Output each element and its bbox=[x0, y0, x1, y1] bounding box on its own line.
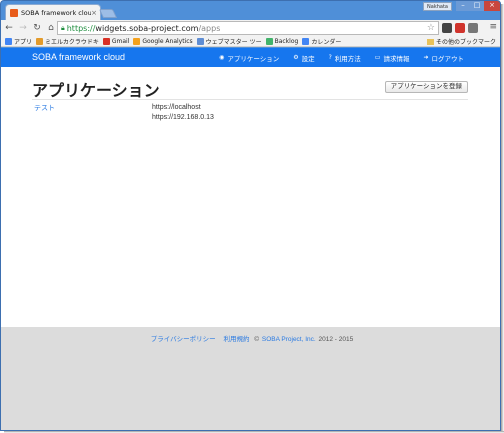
maximize-button[interactable]: □ bbox=[470, 1, 484, 11]
extension-icon[interactable] bbox=[468, 23, 478, 33]
analytics-icon bbox=[133, 37, 141, 45]
webmaster-icon bbox=[196, 37, 204, 45]
lock-icon: 🔒︎ bbox=[61, 23, 65, 32]
tab-title: SOBA framework cloud bbox=[21, 9, 92, 17]
terms-link[interactable]: 利用規約 bbox=[223, 336, 249, 343]
nav-item-settings[interactable]: ⚙ 設定 bbox=[293, 53, 314, 63]
bookmark-label: アプリ bbox=[14, 38, 33, 46]
bookmark-item[interactable]: アプリ bbox=[5, 37, 32, 46]
nav-item-usage[interactable]: ? 利用方法 bbox=[329, 53, 361, 63]
url-host: widgets.soba-project.com bbox=[95, 23, 199, 33]
nav-label: 請求情報 bbox=[383, 54, 410, 63]
bookmark-item[interactable]: Gmail bbox=[102, 37, 130, 45]
nav-item-applications[interactable]: ◉ アプリケーション bbox=[219, 53, 279, 63]
browser-window: SOBA framework cloud × Nakhata – □ × ← →… bbox=[0, 0, 501, 431]
favicon-icon bbox=[10, 9, 18, 17]
application-link[interactable]: テスト bbox=[34, 103, 55, 113]
bookmark-star-icon[interactable]: ☆ bbox=[427, 22, 435, 34]
application-url: https://192.168.0.13 bbox=[152, 114, 214, 121]
question-icon: ? bbox=[328, 54, 332, 61]
register-application-button[interactable]: アプリケーションを登録 bbox=[384, 81, 468, 93]
nav-item-logout[interactable]: ➜ ログアウト bbox=[423, 53, 464, 63]
other-bookmarks-label: その他のブックマーク bbox=[435, 39, 496, 46]
brand-logo[interactable]: SOBA framework cloud bbox=[32, 52, 125, 62]
home-button[interactable]: ⌂ bbox=[45, 22, 57, 34]
bookmark-item[interactable]: カレンダー bbox=[302, 37, 341, 46]
url-scheme: https:// bbox=[66, 23, 96, 33]
bookmark-label: ウェブマスター ツー bbox=[205, 38, 262, 46]
browser-tab[interactable]: SOBA framework cloud × bbox=[5, 4, 101, 21]
bookmark-item[interactable]: ウェブマスター ツー bbox=[196, 37, 262, 46]
grid-icon: ◉ bbox=[219, 54, 225, 61]
page-title: アプリケーション bbox=[32, 83, 160, 100]
apps-grid-icon bbox=[5, 37, 12, 45]
folder-icon bbox=[426, 38, 434, 45]
bookmarks-bar: アプリ ミエルカクラウドキ Gmail Google Analytics ウェブ… bbox=[1, 36, 500, 47]
close-window-button[interactable]: × bbox=[484, 1, 500, 11]
address-bar[interactable]: 🔒︎ https:// widgets.soba-project.com /ap… bbox=[57, 21, 439, 35]
application-urls: https://localhost https://192.168.0.13 bbox=[152, 103, 214, 123]
profile-badge[interactable]: Nakhata bbox=[423, 2, 452, 11]
menu-icon[interactable]: ≡ bbox=[489, 22, 497, 32]
reload-button[interactable]: ↻ bbox=[31, 22, 43, 34]
nav-item-billing[interactable]: ▭ 請求情報 bbox=[375, 53, 410, 63]
copyright-symbol: © bbox=[254, 336, 260, 343]
extension-icon[interactable] bbox=[455, 23, 465, 33]
footer-links: プライバシーポリシー 利用規約 © SOBA Project, Inc. 201… bbox=[1, 333, 500, 343]
gmail-icon bbox=[102, 37, 110, 45]
footer: プライバシーポリシー 利用規約 © SOBA Project, Inc. 201… bbox=[1, 327, 500, 430]
browser-toolbar: ← → ↻ ⌂ 🔒︎ https:// widgets.soba-project… bbox=[1, 20, 500, 36]
bookmark-label: カレンダー bbox=[311, 38, 342, 46]
tab-close-icon[interactable]: × bbox=[91, 9, 97, 17]
calendar-icon bbox=[302, 37, 310, 45]
forward-button[interactable]: → bbox=[17, 22, 29, 34]
nav-label: 設定 bbox=[301, 54, 315, 63]
nav-label: ログアウト bbox=[431, 54, 465, 63]
credit-card-icon: ▭ bbox=[374, 54, 381, 61]
logout-icon: ➜ bbox=[423, 54, 429, 61]
title-bar: SOBA framework cloud × Nakhata – □ × bbox=[1, 1, 500, 21]
divider bbox=[32, 99, 468, 100]
nav-label: 利用方法 bbox=[334, 54, 361, 63]
page-viewport: SOBA framework cloud ◉ アプリケーション ⚙ 設定 ? 利… bbox=[1, 48, 500, 430]
bookmark-label: ミエルカクラウドキ bbox=[45, 38, 99, 46]
bookmark-item[interactable]: Google Analytics bbox=[133, 37, 193, 45]
bookmark-icon bbox=[36, 37, 44, 45]
privacy-policy-link[interactable]: プライバシーポリシー bbox=[151, 336, 216, 343]
bookmark-item[interactable]: Backlog bbox=[265, 37, 299, 45]
gear-icon: ⚙ bbox=[293, 54, 299, 61]
app-nav: ◉ アプリケーション ⚙ 設定 ? 利用方法 ▭ 請求情報 ➜ ログアウト bbox=[205, 48, 464, 67]
copyright-years: 2012 - 2015 bbox=[318, 336, 354, 343]
bookmark-item[interactable]: ミエルカクラウドキ bbox=[36, 37, 99, 46]
url-path: /apps bbox=[198, 23, 221, 33]
minimize-button[interactable]: – bbox=[456, 1, 470, 11]
app-navbar: SOBA framework cloud ◉ アプリケーション ⚙ 設定 ? 利… bbox=[1, 48, 500, 67]
nav-label: アプリケーション bbox=[227, 54, 280, 63]
extension-icon[interactable] bbox=[442, 23, 452, 33]
application-url: https://localhost bbox=[152, 104, 201, 111]
back-button[interactable]: ← bbox=[3, 22, 15, 34]
bookmark-label: Backlog bbox=[274, 37, 299, 45]
other-bookmarks[interactable]: その他のブックマーク bbox=[426, 36, 496, 46]
company-link[interactable]: SOBA Project, Inc. bbox=[262, 336, 316, 343]
bookmark-label: Gmail bbox=[111, 37, 130, 45]
new-tab-button[interactable] bbox=[98, 9, 118, 18]
bookmark-label: Google Analytics bbox=[142, 37, 193, 45]
backlog-icon bbox=[265, 37, 273, 45]
